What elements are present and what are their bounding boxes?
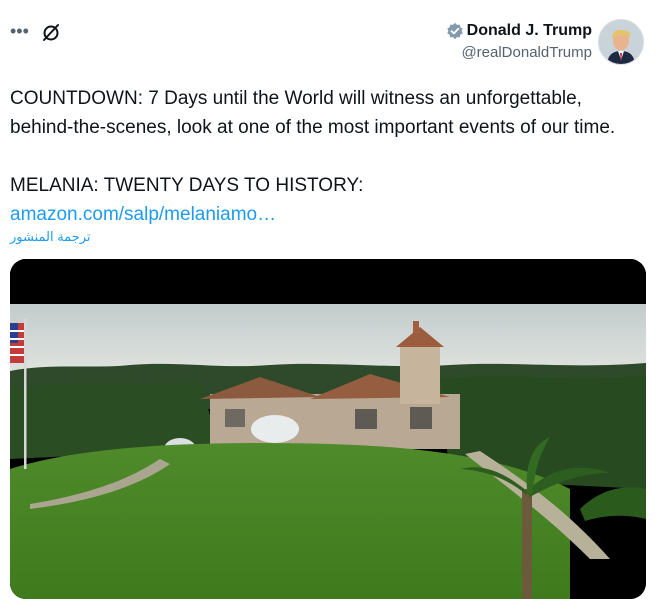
video-frame-image <box>10 259 646 599</box>
video-thumbnail[interactable] <box>10 259 646 599</box>
tweet-text-line: COUNTDOWN: 7 Days until the World will w… <box>10 88 582 109</box>
more-options-icon[interactable]: ••• <box>10 20 32 42</box>
tweet-text-line: MELANIA: TWENTY DAYS TO HISTORY: <box>10 175 364 196</box>
tweet-header: ••• Donald J. Trump @realDonaldTrump <box>0 0 658 80</box>
avatar[interactable] <box>598 19 644 65</box>
avatar-image <box>599 20 643 64</box>
verified-badge-icon <box>446 22 463 40</box>
author-handle[interactable]: @realDonaldTrump <box>446 44 592 61</box>
author-block[interactable]: Donald J. Trump @realDonaldTrump <box>446 22 592 61</box>
tweet-text-line: behind-the-scenes, look at one of the mo… <box>10 117 616 138</box>
translate-post-link[interactable]: ترجمة المنشور <box>10 229 91 245</box>
tweet-link[interactable]: amazon.com/salp/melaniamo… <box>10 204 276 225</box>
grok-icon[interactable] <box>40 21 62 43</box>
tweet-text: COUNTDOWN: 7 Days until the World will w… <box>10 84 646 229</box>
author-display-name[interactable]: Donald J. Trump <box>467 22 592 40</box>
